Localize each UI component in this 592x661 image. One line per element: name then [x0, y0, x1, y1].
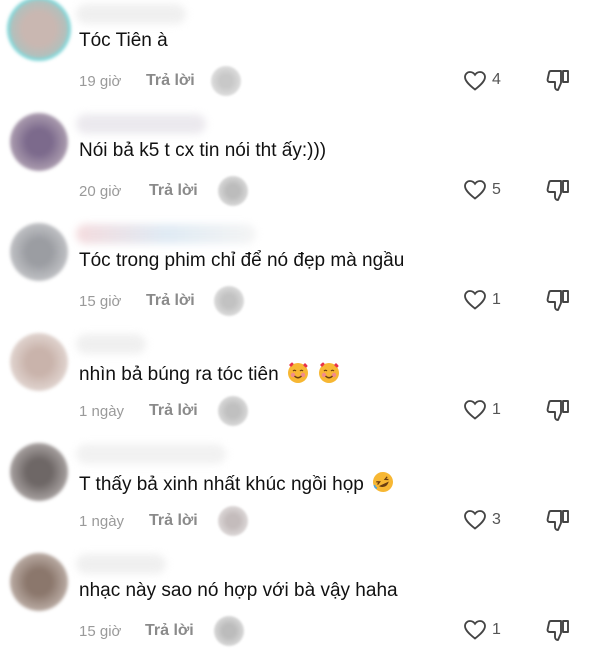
comment-item: Tóc trong phim chỉ để nó đẹp mà ngầu 15 …: [0, 220, 592, 330]
heart-icon[interactable]: [463, 69, 487, 93]
heart-icon[interactable]: [463, 288, 487, 312]
creator-avatar: [218, 176, 248, 206]
comment-item: nhạc này sao nó hợp với bà vậy haha 15 g…: [0, 550, 592, 660]
heart-icon[interactable]: [463, 508, 487, 532]
username-blurred[interactable]: [76, 4, 186, 24]
comment-item: nhìn bả búng ra tóc tiên 1 ngày Trả lời …: [0, 330, 592, 440]
comment-text: nhìn bả búng ra tóc tiên: [79, 360, 341, 386]
creator-avatar: [211, 66, 241, 96]
comment-text: Tóc trong phim chỉ để nó đẹp mà ngầu: [79, 250, 405, 271]
creator-avatar: [214, 616, 244, 646]
comment-time: 15 giờ: [79, 623, 122, 640]
thumbs-down-icon[interactable]: [546, 617, 572, 643]
comment-item: T thấy bả xinh nhất khúc ngồi họp 1 ngày…: [0, 440, 592, 550]
smiling-face-with-hearts-icon: [287, 362, 308, 383]
thumbs-down-icon[interactable]: [546, 507, 572, 533]
comment-text: nhạc này sao nó hợp với bà vậy haha: [79, 580, 398, 601]
reply-button[interactable]: Trả lời: [149, 402, 198, 420]
comment-item: Nói bả k5 t cx tin nói tht ấy:))) 20 giờ…: [0, 110, 592, 220]
rolling-on-floor-laughing-icon: [373, 472, 394, 492]
smiling-face-with-hearts-icon: [319, 362, 340, 383]
creator-avatar: [214, 286, 244, 316]
avatar[interactable]: [10, 333, 68, 391]
reply-button[interactable]: Trả lời: [146, 72, 195, 90]
creator-avatar: [218, 396, 248, 426]
like-count: 1: [492, 401, 501, 418]
creator-avatar: [218, 506, 248, 536]
avatar[interactable]: [10, 113, 68, 171]
thumbs-down-icon[interactable]: [546, 397, 572, 423]
reply-button[interactable]: Trả lời: [146, 292, 195, 310]
reply-button[interactable]: Trả lời: [149, 182, 198, 200]
like-count: 1: [492, 291, 501, 308]
comment-text: Nói bả k5 t cx tin nói tht ấy:))): [79, 140, 327, 161]
heart-icon[interactable]: [463, 398, 487, 422]
username-blurred[interactable]: [76, 334, 146, 354]
like-count: 3: [492, 511, 501, 528]
comment-time: 1 ngày: [79, 513, 125, 530]
like-count: 1: [492, 621, 501, 638]
thumbs-down-icon[interactable]: [546, 67, 572, 93]
reply-button[interactable]: Trả lời: [149, 512, 198, 530]
like-count: 5: [492, 181, 501, 198]
username-blurred[interactable]: [76, 224, 256, 244]
comment-time: 15 giờ: [79, 293, 122, 310]
username-blurred[interactable]: [76, 114, 206, 134]
like-count: 4: [492, 71, 501, 88]
avatar[interactable]: [10, 553, 68, 611]
thumbs-down-icon[interactable]: [546, 287, 572, 313]
heart-icon[interactable]: [463, 618, 487, 642]
avatar[interactable]: [10, 443, 68, 501]
comment-time: 1 ngày: [79, 403, 125, 420]
heart-icon[interactable]: [463, 178, 487, 202]
avatar[interactable]: [10, 0, 68, 58]
username-blurred[interactable]: [76, 444, 226, 464]
comment-text: T thấy bả xinh nhất khúc ngồi họp: [79, 470, 395, 496]
comment-time: 20 giờ: [79, 183, 122, 200]
comment-text: Tóc Tiên à: [79, 30, 168, 51]
comment-time: 19 giờ: [79, 73, 122, 90]
avatar[interactable]: [10, 223, 68, 281]
username-blurred[interactable]: [76, 554, 166, 574]
reply-button[interactable]: Trả lời: [145, 622, 194, 640]
comment-item: Tóc Tiên à 19 giờ Trả lời 4: [0, 0, 592, 110]
thumbs-down-icon[interactable]: [546, 177, 572, 203]
